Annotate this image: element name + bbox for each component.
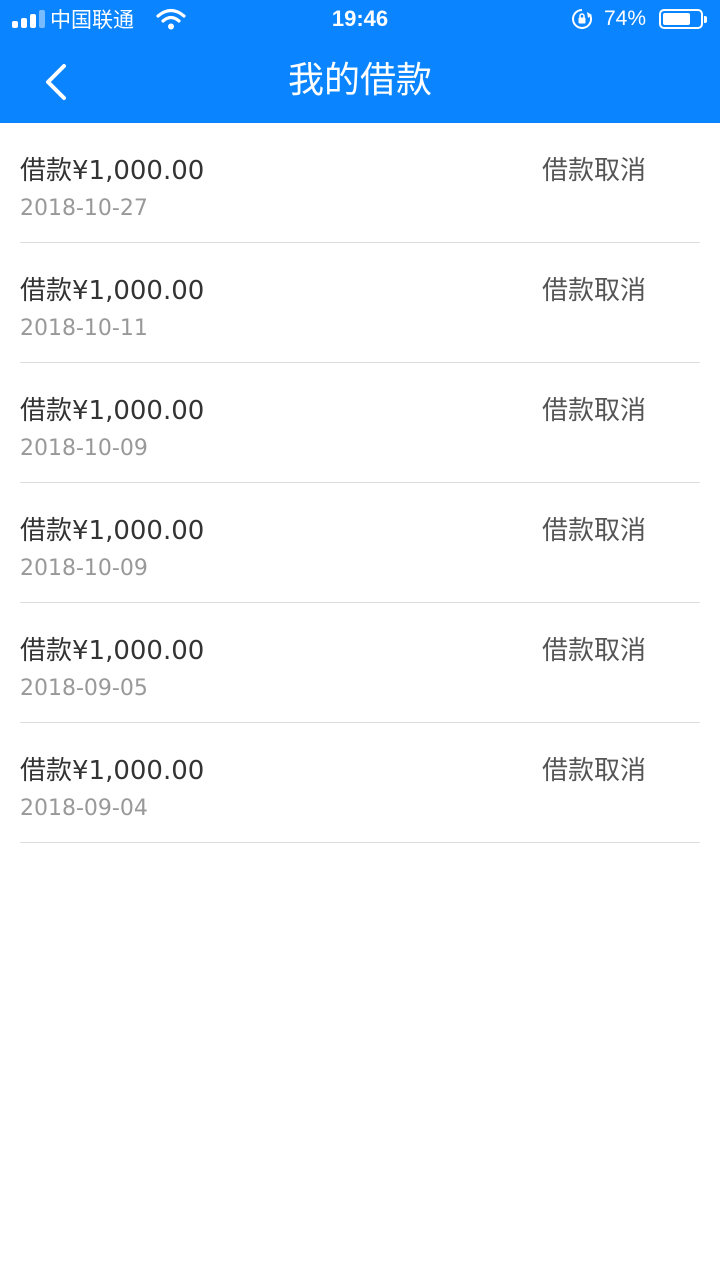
loan-status: 借款取消 xyxy=(541,276,646,306)
nav-bar: 我的借款 xyxy=(0,40,720,123)
battery-icon xyxy=(659,9,707,29)
orientation-lock-icon xyxy=(572,9,592,29)
loan-status: 借款取消 xyxy=(541,516,646,546)
loan-amount: 借款¥1,000.00 xyxy=(20,276,205,306)
loan-amount: 借款¥1,000.00 xyxy=(20,636,205,666)
header: 中国联通 19:46 74% 我的借款 xyxy=(0,0,720,123)
status-bar: 中国联通 19:46 74% xyxy=(0,0,720,40)
battery-level-fill xyxy=(663,13,690,25)
loan-date: 2018-10-09 xyxy=(20,556,148,581)
loan-amount: 借款¥1,000.00 xyxy=(20,396,205,426)
loan-date: 2018-09-05 xyxy=(20,676,148,701)
loan-status: 借款取消 xyxy=(541,156,646,186)
list-item[interactable]: 借款¥1,000.00 2018-10-09 借款取消 xyxy=(20,483,700,603)
list-item[interactable]: 借款¥1,000.00 2018-10-27 借款取消 xyxy=(20,123,700,243)
loan-amount: 借款¥1,000.00 xyxy=(20,156,205,186)
loan-status: 借款取消 xyxy=(541,636,646,666)
list-item[interactable]: 借款¥1,000.00 2018-09-04 借款取消 xyxy=(20,723,700,843)
loan-status: 借款取消 xyxy=(541,396,646,426)
list-item[interactable]: 借款¥1,000.00 2018-09-05 借款取消 xyxy=(20,603,700,723)
page-title: 我的借款 xyxy=(287,60,432,101)
loan-date: 2018-09-04 xyxy=(20,796,148,821)
list-item[interactable]: 借款¥1,000.00 2018-10-11 借款取消 xyxy=(20,243,700,363)
loan-amount: 借款¥1,000.00 xyxy=(20,516,205,546)
loan-list: 借款¥1,000.00 2018-10-27 借款取消 借款¥1,000.00 … xyxy=(0,123,720,843)
loan-amount: 借款¥1,000.00 xyxy=(20,756,205,786)
loan-status: 借款取消 xyxy=(541,756,646,786)
battery-percent: 74% xyxy=(604,7,647,30)
loan-date: 2018-10-27 xyxy=(20,196,148,221)
list-item[interactable]: 借款¥1,000.00 2018-10-09 借款取消 xyxy=(20,363,700,483)
loan-date: 2018-10-09 xyxy=(20,436,148,461)
loan-date: 2018-10-11 xyxy=(20,316,148,341)
